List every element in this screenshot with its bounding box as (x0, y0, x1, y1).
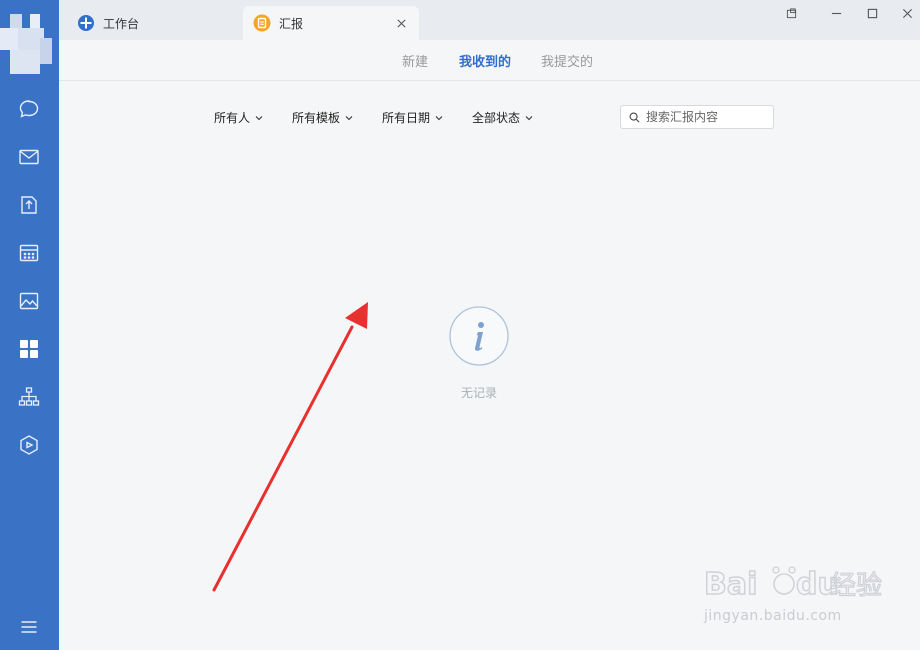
baidu-watermark-logo: Bai du 经验 (703, 566, 882, 603)
maximize-icon[interactable] (862, 4, 882, 22)
workbench-icon (77, 14, 95, 32)
close-icon[interactable] (393, 15, 409, 31)
org-chart-icon[interactable] (14, 382, 44, 412)
report-subnav: 新建 我收到的 我提交的 (59, 40, 920, 81)
chevron-down-icon (345, 114, 353, 122)
filter-label: 所有人 (214, 111, 251, 125)
tab-report[interactable]: 汇报 (243, 6, 419, 40)
pin-window-icon[interactable] (781, 4, 801, 22)
tab-label: 汇报 (279, 16, 304, 31)
chevron-down-icon (255, 114, 263, 122)
calendar-icon[interactable] (14, 238, 44, 268)
search-input[interactable] (646, 110, 766, 124)
chat-icon[interactable] (14, 94, 44, 124)
cube-play-icon[interactable] (14, 430, 44, 460)
filter-status[interactable]: 全部状态 (472, 109, 533, 126)
subtab-new[interactable]: 新建 (402, 51, 428, 70)
search-box[interactable] (620, 105, 774, 129)
filter-label: 全部状态 (472, 111, 521, 125)
search-icon (629, 108, 640, 127)
empty-state-text: 无记录 (460, 386, 497, 400)
filter-label: 所有模板 (292, 111, 341, 125)
menu-icon[interactable] (14, 612, 44, 642)
filter-date[interactable]: 所有日期 (382, 109, 443, 126)
close-window-icon[interactable] (897, 4, 917, 22)
tab-label: 工作台 (103, 16, 140, 31)
info-icon (449, 306, 509, 366)
tab-bar: 工作台 汇报 (59, 0, 920, 40)
svg-text:Bai: Bai (704, 567, 757, 602)
filter-person[interactable]: 所有人 (214, 109, 263, 126)
avatar[interactable] (0, 14, 52, 76)
tab-workbench[interactable]: 工作台 (67, 6, 237, 40)
mail-icon[interactable] (14, 142, 44, 172)
svg-text:经验: 经验 (830, 571, 882, 601)
subtab-received[interactable]: 我收到的 (459, 51, 511, 70)
sidebar (0, 0, 59, 650)
image-icon[interactable] (14, 286, 44, 316)
chevron-down-icon (525, 114, 533, 122)
filter-template[interactable]: 所有模板 (292, 109, 353, 126)
minimize-icon[interactable] (826, 4, 846, 22)
filter-label: 所有日期 (382, 111, 431, 125)
watermark-url: jingyan.baidu.com (704, 608, 842, 624)
document-icon[interactable] (14, 190, 44, 220)
apps-icon[interactable] (14, 334, 44, 364)
chevron-down-icon (435, 114, 443, 122)
report-icon (253, 14, 271, 32)
subtab-submitted[interactable]: 我提交的 (541, 51, 593, 70)
